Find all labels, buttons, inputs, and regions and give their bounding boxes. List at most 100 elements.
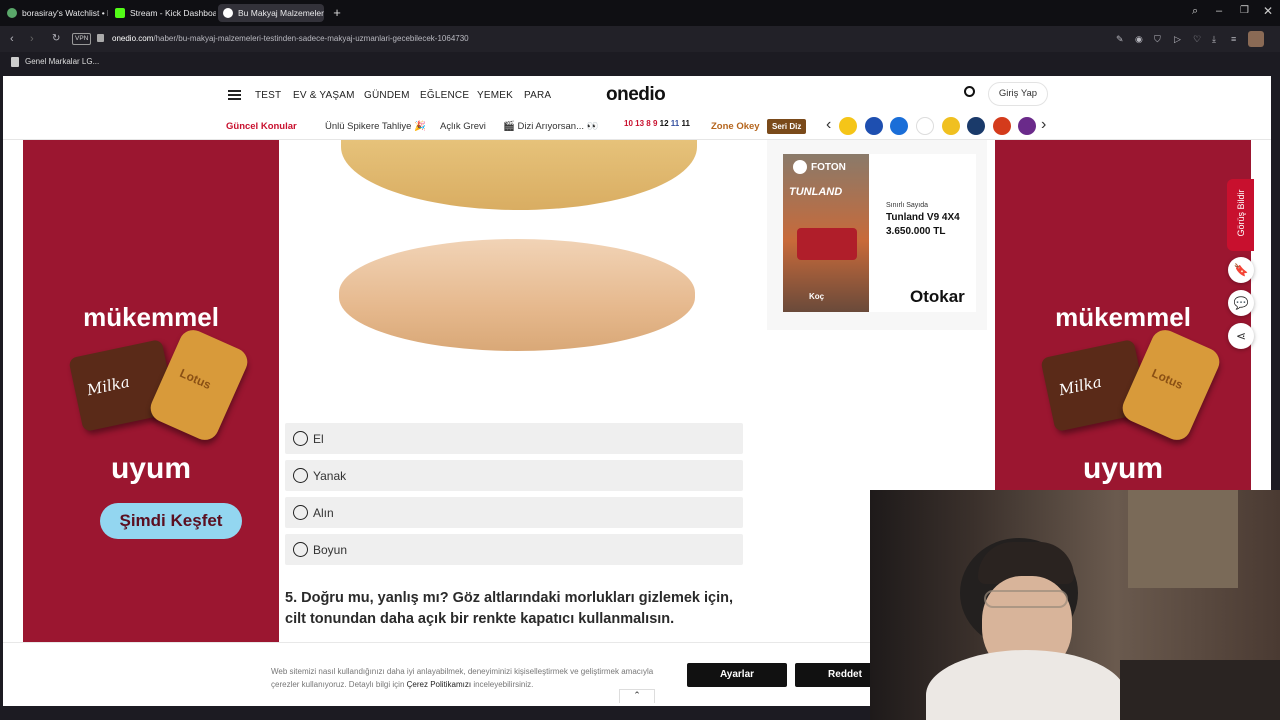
nav-yemek[interactable]: YEMEK xyxy=(477,90,513,101)
brand-star-icon[interactable] xyxy=(967,117,985,135)
login-button[interactable]: Giriş Yap xyxy=(988,82,1048,106)
bookmark-item[interactable]: Genel Markalar LG... xyxy=(25,57,99,66)
download-icon[interactable]: ⤓ xyxy=(1212,26,1216,52)
tab-watchlist[interactable]: borasiray's Watchlist • Let xyxy=(2,4,108,22)
ad-footer: uyum xyxy=(110,452,191,485)
site-logo[interactable]: onedio xyxy=(606,84,666,106)
nav-para[interactable]: PARA xyxy=(524,90,551,101)
nav-ev-yasam[interactable]: EV & YAŞAM xyxy=(293,90,355,101)
shield-icon[interactable]: ⛉ xyxy=(1154,26,1161,52)
brand-purple-icon[interactable] xyxy=(1018,117,1036,135)
reload-icon[interactable]: ↻ xyxy=(52,26,60,52)
cookie-text: Web sitemizi nasıl kullandığınızı daha i… xyxy=(271,667,654,689)
quiz-option[interactable]: Yanak xyxy=(285,460,743,491)
new-tab-button[interactable]: + xyxy=(331,4,343,22)
topic-item[interactable]: Açlık Grevi xyxy=(440,121,486,132)
comment-icon[interactable]: 💬 xyxy=(1228,290,1254,316)
menu-icon[interactable]: ≡ xyxy=(1231,26,1236,52)
feedback-button[interactable]: Görüş Bildir xyxy=(1227,179,1254,251)
tab-label: borasiray's Watchlist • Let xyxy=(22,8,108,18)
search-icon[interactable] xyxy=(964,86,975,97)
option-label: El xyxy=(313,432,324,446)
site-header: TEST EV & YAŞAM GÜNDEM EĞLENCE YEMEK PAR… xyxy=(3,76,1271,140)
radio-button[interactable] xyxy=(293,542,308,557)
ad-headline: mükemmel xyxy=(83,302,219,332)
nav-test[interactable]: TEST xyxy=(255,90,281,101)
option-label: Alın xyxy=(313,506,334,520)
brand-round-icon[interactable] xyxy=(890,117,908,135)
tab-onedio[interactable]: Bu Makyaj Malzemeleri Te xyxy=(218,4,324,22)
tab-label: Bu Makyaj Malzemeleri Te xyxy=(238,8,324,18)
ad-text: 3.650.000 TL xyxy=(886,226,946,237)
ad-footer: uyum xyxy=(1082,452,1163,485)
topic-item[interactable]: Ünlü Spikere Tahliye 🎉 xyxy=(325,121,426,132)
share-icon[interactable]: ⋖ xyxy=(1228,323,1254,349)
brand-emoji-icon[interactable] xyxy=(839,117,857,135)
bookmark-bar: Genel Markalar LG... xyxy=(0,52,1280,72)
car-ad[interactable]: FOTON TUNLAND Koç Sınırlı Sayıda Tunland… xyxy=(783,154,976,312)
site-favicon-icon xyxy=(7,8,17,18)
close-window-icon[interactable]: ✕ xyxy=(1263,4,1273,18)
brand-dk-icon[interactable] xyxy=(916,117,934,135)
address-bar-row: ‹ › ↻ VPN onedio.com/haber/bu-makyaj-mal… xyxy=(0,26,1280,52)
promo-number-strip[interactable]: 10 13 8 9 12 11 11 xyxy=(624,119,690,128)
topics-label: Güncel Konular xyxy=(226,121,297,132)
zone-okey-link[interactable]: Zone Okey xyxy=(711,121,760,132)
cookie-policy-link[interactable]: Çerez Politikamızı xyxy=(407,680,471,689)
ad-headline: mükemmel xyxy=(1055,302,1191,332)
left-side-ad[interactable]: mükemmel Milka Lotus uyum Şimdi Keşfet xyxy=(23,140,279,706)
brand-philips-icon[interactable] xyxy=(865,117,883,135)
play-icon[interactable]: ▷ xyxy=(1174,26,1181,52)
profile-avatar[interactable] xyxy=(1248,31,1264,47)
radio-button[interactable] xyxy=(293,468,308,483)
brand-yellow-icon[interactable] xyxy=(942,117,960,135)
radio-button[interactable] xyxy=(293,431,308,446)
feedback-label: Görüş Bildir xyxy=(1236,189,1246,237)
bookmark-icon[interactable]: 🔖 xyxy=(1228,257,1254,283)
kick-icon xyxy=(115,8,125,18)
heart-icon[interactable]: ♡ xyxy=(1193,26,1201,52)
ad-brand-text: Otokar xyxy=(910,287,965,306)
biscuit-image: Lotus xyxy=(146,325,252,445)
chevron-up-icon[interactable]: ⌃ xyxy=(619,689,655,703)
url-field[interactable]: onedio.com/haber/bu-makyaj-malzemeleri-t… xyxy=(112,26,469,52)
edit-icon[interactable]: ✎ xyxy=(1116,26,1124,52)
ad-text: Sınırlı Sayıda xyxy=(886,202,929,209)
nav-eglence[interactable]: EĞLENCE xyxy=(420,90,469,101)
quiz-option[interactable]: El xyxy=(285,423,743,454)
ad-cta-button[interactable]: Şimdi Keşfet xyxy=(100,503,242,539)
foundation-swatch-image xyxy=(341,140,697,210)
brand-red-icon[interactable] xyxy=(993,117,1011,135)
back-icon[interactable]: ‹ xyxy=(10,26,14,52)
biscuit-image: Lotus xyxy=(1118,325,1224,445)
cookie-settings-button[interactable]: Ayarlar xyxy=(687,663,787,687)
seri-diz-badge[interactable]: Seri Diz xyxy=(767,119,807,134)
car-photo-image: FOTON TUNLAND Koç xyxy=(783,154,869,312)
forward-icon[interactable]: › xyxy=(30,26,34,52)
minimize-icon[interactable]: – xyxy=(1216,5,1222,17)
browser-tab-bar: borasiray's Watchlist • Let Stream - Kic… xyxy=(0,0,1280,26)
bookmark-page-icon xyxy=(11,57,19,67)
radio-button[interactable] xyxy=(293,505,308,520)
ad-text: Tunland V9 4X4 xyxy=(886,212,960,223)
foundation-swatch-image xyxy=(339,239,695,351)
quiz-option[interactable]: Alın xyxy=(285,497,743,528)
carousel-next-icon[interactable]: › xyxy=(1041,116,1046,134)
search-tabs-icon[interactable]: ⌕ xyxy=(1192,5,1198,18)
carousel-prev-icon[interactable]: ‹ xyxy=(826,116,831,134)
quiz-option[interactable]: Boyun xyxy=(285,534,743,565)
vpn-badge[interactable]: VPN xyxy=(72,33,92,45)
onedio-favicon-icon xyxy=(223,8,233,18)
question-title: 5. Doğru mu, yanlış mı? Göz altlarındaki… xyxy=(285,590,734,627)
nav-gundem[interactable]: GÜNDEM xyxy=(364,90,410,101)
option-label: Yanak xyxy=(313,469,347,483)
webcam-overlay xyxy=(870,490,1280,720)
topic-item[interactable]: 🎬 Dizi Arıyorsan... 👀 xyxy=(503,121,598,132)
option-label: Boyun xyxy=(313,543,348,557)
tab-kick-dashboard[interactable]: Stream - Kick Dashboard xyxy=(110,4,216,22)
camera-icon[interactable]: ◉ xyxy=(1135,26,1143,52)
lock-icon xyxy=(97,34,104,42)
tab-label: Stream - Kick Dashboard xyxy=(130,8,216,18)
hamburger-menu-icon[interactable] xyxy=(228,90,241,100)
maximize-icon[interactable]: ❐ xyxy=(1240,5,1249,16)
